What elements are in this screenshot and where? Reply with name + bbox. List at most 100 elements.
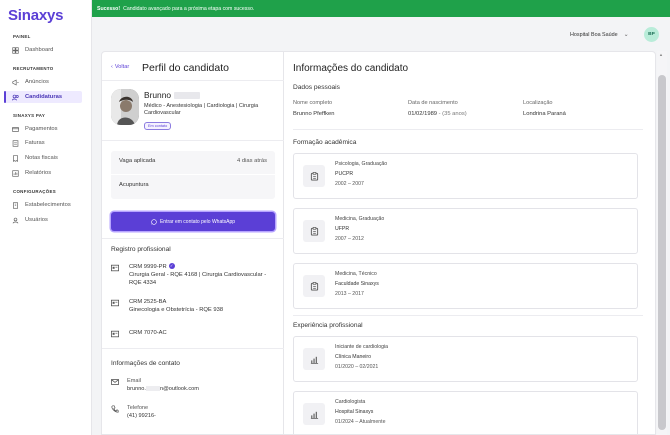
course-name: Medicina, Graduação [335, 216, 385, 222]
formacao-card: Medicina, Graduação UFPR 2007 – 2012 [293, 208, 638, 254]
registro-crm: CRM 2525-BA [129, 299, 167, 305]
whatsapp-icon [151, 218, 157, 225]
phone-label: Telefone [127, 405, 149, 411]
registro-item: CRM 7070-AC [111, 329, 269, 338]
course-period: 2007 – 2012 [335, 236, 364, 242]
status-badge: Em contato [144, 122, 172, 130]
sidebar-item-estabelecimentos[interactable]: Estabelecimentos [4, 199, 82, 211]
back-link[interactable]: ‹ Voltar [111, 64, 129, 70]
sidebar-section-configuracoes: CONFIGURAÇÕES [13, 189, 56, 194]
candidate-name: Brunno [144, 90, 201, 100]
user-avatar[interactable]: BP [644, 27, 659, 42]
sidebar-item-faturas[interactable]: Faturas [4, 137, 82, 149]
toast-strong: Sucesso! [97, 5, 121, 12]
divider [293, 129, 643, 130]
course-name: Medicina, Técnico [335, 271, 377, 277]
candidate-profile-column: ‹ Voltar Perfil do candidato Brunno Médi… [102, 52, 284, 434]
whatsapp-button-label: Entrar em contato pelo WhatsApp [159, 218, 236, 225]
divider [102, 348, 284, 349]
course-period: 2002 – 2007 [335, 181, 364, 187]
back-label: Voltar [114, 64, 130, 70]
school-name: UFPR [335, 226, 350, 232]
sidebar-item-label: Faturas [25, 140, 45, 146]
phone-icon [111, 405, 119, 413]
candidate-photo [111, 89, 139, 125]
email-label: Email [127, 378, 141, 384]
dados-pessoais-title: Dados pessoais [293, 84, 340, 91]
graduation-icon [303, 220, 325, 242]
phone-value[interactable]: (41) 99216- [127, 412, 156, 420]
email-prefix: brunno. [127, 386, 146, 392]
user-icon [12, 217, 19, 224]
candidate-specialty: Médico - Anestesiologia | Cardiologia | … [144, 103, 259, 117]
org-selector[interactable]: Hospital Boa Saúde ⌄ [570, 31, 629, 39]
formacao-card: Medicina, Técnico Faculdade Sinaxys 2013… [293, 263, 638, 309]
sidebar-item-candidaturas[interactable]: Candidaturas [4, 91, 82, 103]
nascimento-value: 01/02/1989 - (35 anos) [408, 111, 467, 117]
sidebar-item-label: Estabelecimentos [25, 202, 71, 208]
sidebar-item-dashboard[interactable]: Dashboard [4, 44, 82, 56]
sidebar-item-relatorios[interactable]: Relatórios [4, 167, 82, 179]
school-name: Faculdade Sinaxys [335, 281, 379, 287]
sidebar-item-label: Anúncios [25, 79, 49, 85]
app-logo[interactable]: Sinaxys [8, 7, 64, 24]
registro-title: Registro profissional [111, 246, 171, 253]
registro-item: CRM 2525-BA Ginecologia e Obstetrícia - … [111, 298, 269, 314]
contato-title: Informações de contato [111, 360, 180, 367]
chart-bars-icon [303, 403, 325, 425]
id-card-icon [111, 330, 119, 338]
graduation-icon [303, 165, 325, 187]
sidebar-section-painel: PAINEL [13, 34, 31, 39]
formacao-title: Formação acadêmica [293, 139, 357, 146]
candidate-first-name: Brunno [144, 90, 172, 100]
job-place: Clínica Maneiro [335, 354, 372, 360]
megaphone-icon [12, 78, 19, 86]
job-place: Hospital Sinaxys [335, 409, 374, 415]
applied-job-card: Vaga aplicada 4 dias atrás Acupuntura [111, 151, 275, 199]
phone-contact: Telefone (41) 99216- [111, 404, 156, 420]
registro-detail: Ginecologia e Obstetrícia - RQE 938 [129, 307, 224, 314]
sidebar-item-label: Candidaturas [25, 94, 63, 100]
sidebar-item-usuarios[interactable]: Usuários [4, 214, 82, 226]
registro-detail: Cirurgia Geral - RQE 4168 | Cirurgia Car… [129, 272, 267, 287]
candidate-panel: ‹ Voltar Perfil do candidato Brunno Médi… [101, 51, 656, 435]
chevron-down-icon: ⌄ [623, 32, 629, 38]
sidebar-item-pagamentos[interactable]: Pagamentos [4, 123, 82, 135]
localizacao-value: Londrina Paraná [523, 111, 566, 117]
org-name: Hospital Boa Saúde [570, 31, 618, 38]
experiencia-card: Iniciante de cardiologia Clínica Maneiro… [293, 336, 638, 382]
divider [293, 315, 643, 316]
sidebar-item-label: Relatórios [25, 170, 52, 176]
receipt-icon [12, 154, 19, 162]
job-role: Cardiologista [335, 399, 366, 405]
sidebar-item-notas-fiscais[interactable]: Notas fiscais [4, 152, 82, 164]
sidebar-item-label: Usuários [25, 217, 48, 223]
redacted-surname [174, 91, 201, 99]
divider [102, 238, 284, 239]
job-role: Iniciante de cardiologia [335, 344, 389, 350]
formacao-card: Psicologia, Graduação PUCPR 2002 – 2007 [293, 153, 638, 199]
card-icon [12, 126, 19, 133]
sidebar-item-label: Notas fiscais [25, 155, 58, 161]
scroll-up-arrow-icon[interactable]: ▲ [659, 52, 663, 57]
scrollbar-thumb[interactable] [658, 75, 666, 430]
chart-bars-icon [303, 348, 325, 370]
divider [102, 80, 284, 81]
registro-crm: CRM 9999-PR [129, 264, 167, 270]
whatsapp-contact-button[interactable]: Entrar em contato pelo WhatsApp [111, 212, 275, 231]
sidebar-section-recrutamento: RECRUTAMENTO [13, 66, 54, 71]
divider [102, 140, 284, 141]
nome-value: Brunno Pfeffken [293, 111, 335, 117]
email-value[interactable]: brunno. n@outlook.com [127, 385, 199, 393]
mail-icon [111, 379, 119, 385]
sidebar-item-anuncios[interactable]: Anúncios [4, 76, 82, 88]
email-contact: Email brunno. n@outlook.com [111, 377, 199, 393]
id-card-icon [111, 299, 119, 307]
job-period: 01/2020 – 02/2021 [335, 364, 379, 370]
nascimento-age: - (35 anos) [438, 111, 467, 117]
sidebar-item-label: Pagamentos [25, 126, 58, 132]
school-name: PUCPR [335, 171, 354, 177]
sidebar-item-label: Dashboard [25, 47, 54, 53]
id-card-icon [111, 264, 119, 272]
vaga-job-title[interactable]: Acupuntura [119, 182, 149, 188]
